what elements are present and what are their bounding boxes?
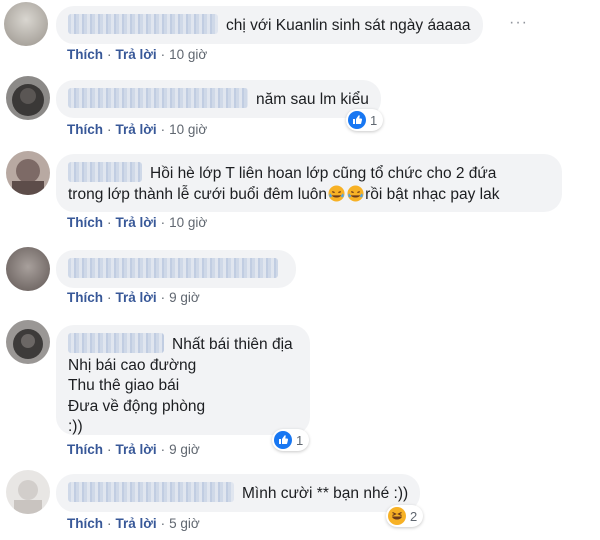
like-link[interactable]: Thích	[67, 122, 103, 137]
comment-actions: Thích · Trả lời · 10 giờ	[67, 215, 208, 230]
commenter-name[interactable]	[68, 88, 248, 108]
comment-bubble: Hồi hè lớp T liên hoan lớp cũng tổ chức …	[56, 154, 562, 212]
comment-text-line: rồi bật nhạc pay lak	[365, 186, 500, 203]
reaction-summary[interactable]: 2	[386, 505, 424, 527]
reaction-summary[interactable]: 1	[272, 429, 310, 451]
like-link[interactable]: Thích	[67, 215, 103, 230]
avatar[interactable]	[6, 247, 50, 291]
reply-link[interactable]: Trả lời	[116, 516, 157, 531]
avatar[interactable]	[4, 2, 48, 46]
reaction-count: 2	[410, 508, 418, 524]
avatar[interactable]	[6, 151, 50, 195]
comment-text-line: trong lớp thành lễ cưới buổi đêm luôn	[68, 186, 328, 203]
comment-text-line: Đưa về động phòng	[68, 397, 206, 415]
comment-text-line: Nhất bái thiên địa	[172, 336, 293, 353]
comment-bubble: năm sau lm kiểu	[56, 80, 381, 118]
comment-actions: Thích · Trả lời · 9 giờ	[67, 290, 200, 305]
timestamp[interactable]: 9 giờ	[169, 442, 200, 457]
more-dots-icon[interactable]: ···	[509, 14, 528, 32]
reaction-count: 1	[370, 112, 378, 128]
like-icon	[274, 431, 292, 449]
comment-bubble	[56, 250, 296, 288]
comment-text: chị với Kuanlin sinh sát ngày áaaaa	[226, 17, 471, 34]
reaction-summary[interactable]: 1	[346, 109, 384, 131]
reply-link[interactable]: Trả lời	[116, 47, 157, 62]
timestamp[interactable]: 10 giờ	[169, 47, 207, 62]
commenter-name[interactable]	[68, 333, 164, 353]
comment-actions: Thích · Trả lời · 9 giờ	[67, 442, 200, 457]
commenter-name[interactable]	[68, 482, 234, 502]
comment-text: Mình cười ** bạn nhé :))	[242, 485, 409, 502]
timestamp[interactable]: 9 giờ	[169, 290, 200, 305]
comment-bubble: Nhất bái thiên địa Nhị bái cao đường Thu…	[56, 325, 310, 435]
like-link[interactable]: Thích	[67, 290, 103, 305]
reply-link[interactable]: Trả lời	[116, 122, 157, 137]
comment-text: năm sau lm kiểu	[256, 91, 369, 108]
comment-actions: Thích · Trả lời · 10 giờ	[67, 122, 208, 137]
comment-actions: Thích · Trả lời · 5 giờ	[67, 516, 200, 531]
like-link[interactable]: Thích	[67, 442, 103, 457]
comment-text-line: Hồi hè lớp T liên hoan lớp cũng tổ chức …	[150, 165, 497, 182]
comment-text-line: Thu thê giao bái	[68, 377, 180, 394]
timestamp[interactable]: 5 giờ	[169, 516, 200, 531]
commenter-name[interactable]	[68, 14, 218, 34]
avatar[interactable]	[6, 320, 50, 364]
tears-of-joy-icon	[347, 185, 364, 202]
timestamp[interactable]: 10 giờ	[169, 122, 207, 137]
reaction-count: 1	[296, 432, 304, 448]
comment-bubble: chị với Kuanlin sinh sát ngày áaaaa	[56, 6, 483, 44]
like-link[interactable]: Thích	[67, 516, 103, 531]
comment-bubble: Mình cười ** bạn nhé :))	[56, 474, 421, 512]
comment-text-line: Nhị bái cao đường	[68, 356, 197, 374]
comment-actions: Thích · Trả lời · 10 giờ	[67, 47, 208, 62]
reply-link[interactable]: Trả lời	[116, 290, 157, 305]
commenter-name[interactable]	[68, 258, 278, 278]
tears-of-joy-icon	[328, 185, 345, 202]
commenter-name[interactable]	[68, 162, 142, 182]
reply-link[interactable]: Trả lời	[116, 215, 157, 230]
like-icon	[348, 111, 366, 129]
timestamp[interactable]: 10 giờ	[169, 215, 207, 230]
avatar[interactable]	[6, 470, 50, 514]
like-link[interactable]: Thích	[67, 47, 103, 62]
haha-icon	[388, 507, 406, 525]
reply-link[interactable]: Trả lời	[116, 442, 157, 457]
avatar[interactable]	[6, 76, 50, 120]
comment-text-line: :))	[68, 418, 83, 435]
